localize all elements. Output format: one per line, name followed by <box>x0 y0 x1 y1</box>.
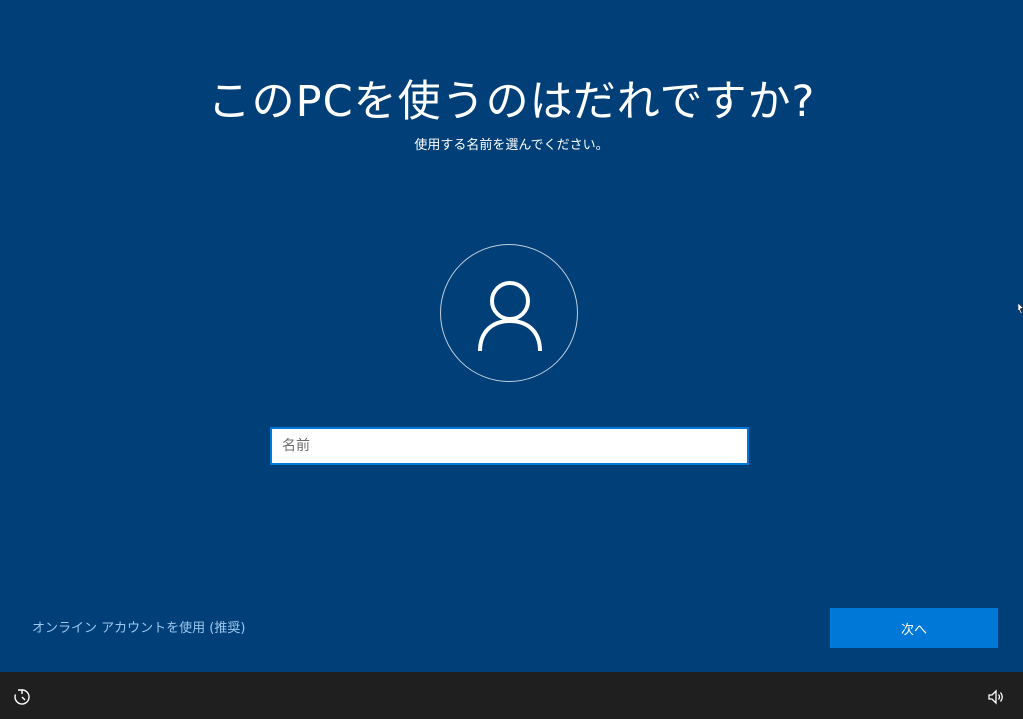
online-account-link[interactable]: オンライン アカウントを使用 (推奨) <box>32 620 245 638</box>
setup-screen: このPCを使うのはだれですか? 使用する名前を選んでください。 オンライン アカ… <box>0 0 1023 719</box>
mouse-pointer-icon <box>1018 303 1023 315</box>
taskbar <box>0 672 1023 719</box>
name-input[interactable] <box>270 427 749 465</box>
user-icon <box>478 281 542 351</box>
next-button[interactable]: 次へ <box>830 608 998 648</box>
ease-of-access-icon[interactable] <box>13 688 31 706</box>
avatar <box>440 244 578 382</box>
page-title: このPCを使うのはだれですか? <box>207 77 816 127</box>
volume-icon[interactable] <box>987 688 1005 706</box>
page-subtitle: 使用する名前を選んでください。 <box>414 138 609 153</box>
